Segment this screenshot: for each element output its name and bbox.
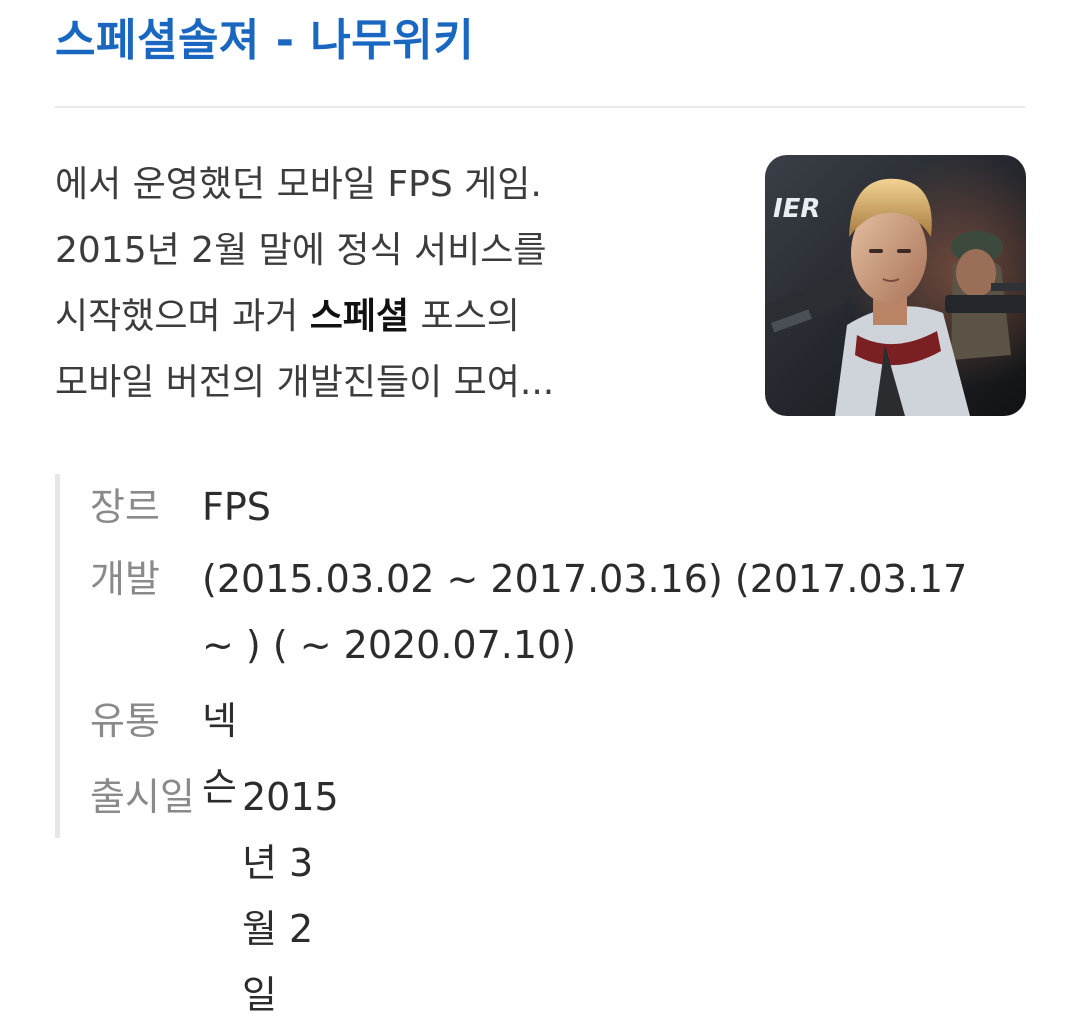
snippet-line: 2015년 2월 말에 정식 서비스를 [55, 230, 547, 271]
result-title-link[interactable]: 스페셜솔져 - 나무위키 [55, 10, 474, 72]
info-value: (2015.03.02 ~ 2017.03.16) (2017.03.17 ~ … [202, 546, 1032, 678]
result-snippet: 에서 운영했던 모바일 FPS 게임. 2015년 2월 말에 정식 서비스를 … [55, 152, 735, 416]
poster-logo-text: IER [773, 194, 820, 224]
info-box: 장르 FPS 개발 (2015.03.02 ~ 2017.03.16) (201… [55, 474, 1025, 1017]
snippet-line: 에서 운영했던 모바일 FPS 게임. [55, 164, 542, 205]
snippet-highlight: 스페셜 [309, 296, 410, 337]
snippet-text: 시작했으며 과거 [55, 296, 310, 337]
info-value: FPS [202, 485, 271, 529]
info-label: 유통 [90, 699, 160, 743]
info-label: 출시일 [90, 775, 195, 819]
game-poster-image[interactable]: IER [765, 155, 1026, 416]
snippet-line: 시작했으며 과거 스페셜 포스의 [55, 284, 735, 350]
info-label: 장르 [90, 485, 160, 529]
info-value-line: (2015.03.02 ~ 2017.03.16) (2017.03.17 [202, 557, 968, 601]
snippet-line: 모바일 버전의 개발진들이 모여... [55, 362, 555, 403]
info-value: 2015년 3월 2일 [242, 775, 339, 1017]
info-value-line: ~ ) ( ~ 2020.07.10) [202, 623, 577, 667]
info-value: 넥슨 [202, 699, 237, 809]
info-label: 개발 [90, 557, 160, 601]
divider [55, 106, 1025, 108]
snippet-text: 포스의 [409, 296, 520, 337]
